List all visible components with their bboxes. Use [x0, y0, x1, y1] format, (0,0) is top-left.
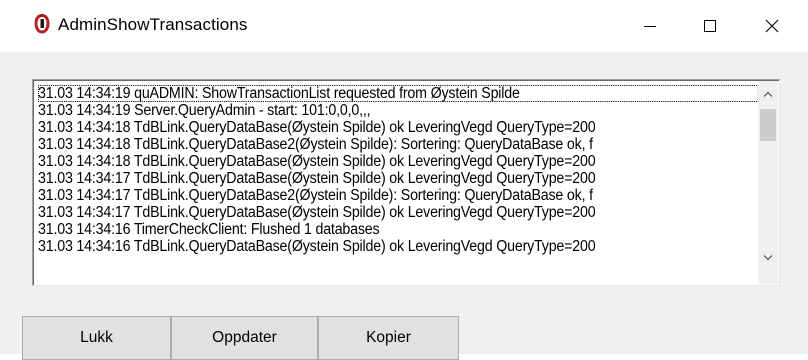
log-lines: 31.03 14:34:19 quADMIN: ShowTransactionL… [38, 85, 758, 285]
log-line[interactable]: 31.03 14:34:18 TdBLink.QueryDataBase(Øys… [38, 153, 758, 170]
log-line[interactable]: 31.03 14:34:17 TdBLink.QueryDataBase(Øys… [38, 170, 758, 187]
app-icon[interactable] [33, 13, 51, 35]
log-line[interactable]: 31.03 14:34:16 TimerCheckClient: Flushed… [38, 221, 758, 238]
log-line[interactable]: 31.03 14:34:18 TdBLink.QueryDataBase(Øys… [38, 119, 758, 136]
transaction-log-list[interactable]: 31.03 14:34:19 quADMIN: ShowTransactionL… [32, 79, 780, 286]
scroll-down-button[interactable] [758, 247, 778, 267]
log-line[interactable]: 31.03 14:34:19 quADMIN: ShowTransactionL… [38, 85, 758, 102]
minimize-icon [643, 19, 657, 33]
chevron-up-icon [763, 84, 773, 102]
scroll-thumb[interactable] [760, 109, 776, 141]
log-line[interactable]: 31.03 14:34:18 TdBLink.QueryDataBase2(Øy… [38, 136, 758, 153]
close-button[interactable] [742, 0, 802, 52]
copy-button[interactable]: Kopier [318, 316, 459, 360]
close-icon [765, 19, 779, 33]
close-dialog-button[interactable]: Lukk [22, 316, 171, 360]
vertical-scrollbar[interactable] [758, 81, 778, 284]
log-line[interactable]: 31.03 14:34:16 TdBLink.QueryDataBase(Øys… [38, 238, 758, 255]
log-line[interactable]: 31.03 14:34:17 TdBLink.QueryDataBase(Øys… [38, 204, 758, 221]
window-client-area: 31.03 14:34:19 quADMIN: ShowTransactionL… [0, 52, 808, 354]
log-line[interactable]: 31.03 14:34:19 Server.QueryAdmin - start… [38, 102, 758, 119]
chevron-down-icon [763, 248, 773, 266]
maximize-button[interactable] [680, 0, 740, 52]
scroll-up-button[interactable] [758, 83, 778, 103]
refresh-button[interactable]: Oppdater [171, 316, 318, 360]
title-bar[interactable]: AdminShowTransactions [0, 0, 808, 52]
maximize-icon [703, 19, 717, 33]
window-title: AdminShowTransactions [58, 15, 248, 35]
minimize-button[interactable] [620, 0, 680, 52]
log-line[interactable]: 31.03 14:34:17 TdBLink.QueryDataBase2(Øy… [38, 187, 758, 204]
